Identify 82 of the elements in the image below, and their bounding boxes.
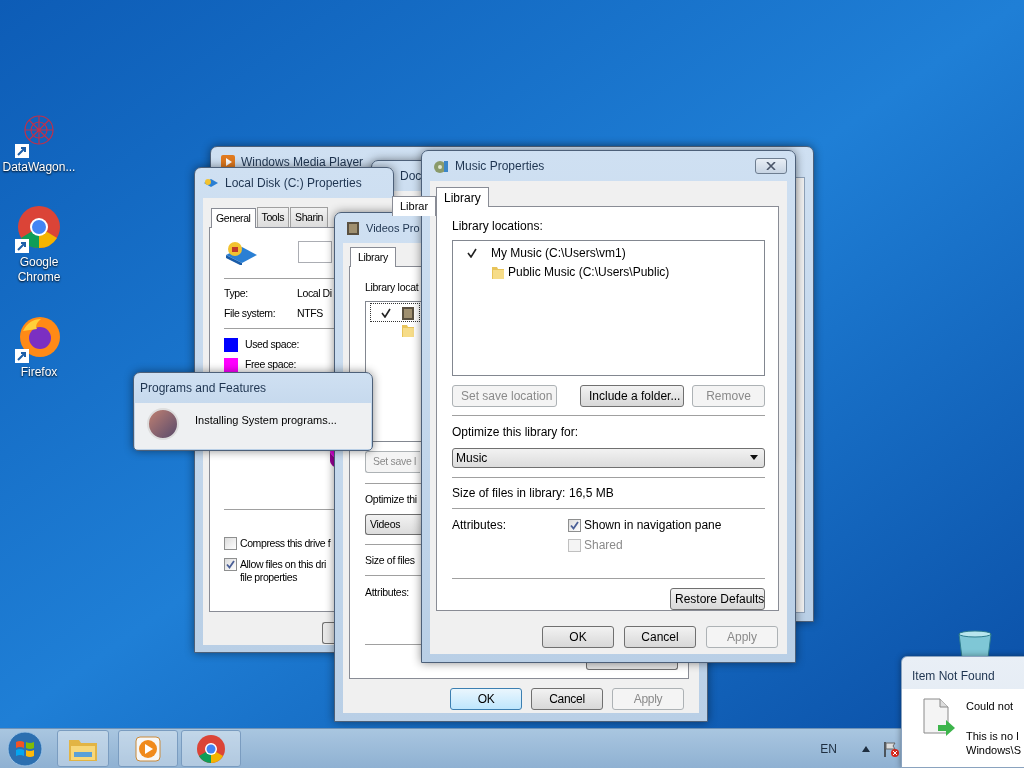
play-icon	[135, 735, 161, 762]
legend-label: Free space:	[245, 357, 297, 373]
field-label: Type:	[224, 286, 249, 302]
window-title: Music Properties	[455, 158, 545, 175]
window-title: Windows Media Player	[241, 154, 364, 171]
field-label: Attributes:	[365, 585, 409, 599]
location-name: Public Music (C:\Users\Public)	[508, 263, 670, 281]
dialog-button[interactable]: OK	[450, 688, 522, 710]
windows-logo-icon	[7, 730, 43, 767]
section-label: Library locat	[365, 280, 419, 294]
checkbox-label: Shared	[584, 537, 623, 555]
progress-message: Installing System programs...	[195, 412, 337, 428]
film-icon	[346, 220, 360, 236]
section-label: Optimize thi	[365, 492, 417, 506]
optimize-dropdown[interactable]: Videos	[365, 514, 421, 535]
flag-icon	[883, 740, 899, 757]
field-label: Attributes:	[452, 517, 508, 535]
check-icon	[467, 247, 477, 258]
desktop-icon-label[interactable]: Google Chrome	[3, 255, 75, 285]
desktop-icon-label[interactable]: Firefox	[20, 365, 58, 380]
location-list[interactable]: My Music (C:\Users\vm1) Public Music (C:\Users\Public)	[452, 240, 765, 376]
taskbar-button[interactable]	[181, 730, 241, 767]
window-title: Programs and Features	[140, 380, 267, 397]
option-label: file properties	[240, 571, 299, 584]
tab[interactable]: General	[211, 208, 256, 228]
location-name: My Music (C:\Users\vm1)	[491, 244, 626, 262]
field-label: Size of files	[365, 553, 415, 567]
notification-text: This is no l	[966, 729, 1020, 743]
dialog-button[interactable]: Cancel	[531, 688, 603, 710]
list-row[interactable]: Public Music (C:\Users\Public)	[453, 262, 764, 281]
option-label: Compress this drive f	[240, 537, 331, 550]
location-button[interactable]: Include a folder...	[580, 384, 684, 407]
field-value: NTFS	[297, 306, 323, 322]
notification-heading: Could not	[966, 699, 1015, 713]
window-title: Videos Pro	[366, 220, 420, 236]
dropdown-arrow-icon	[750, 455, 758, 461]
dialog-button[interactable]: OK	[542, 626, 614, 648]
section-label: Library locations:	[452, 218, 544, 234]
taskbar-button[interactable]	[118, 730, 178, 767]
chrome-icon	[196, 733, 226, 764]
desktop-icon-label[interactable]: DataWagon...	[2, 160, 76, 175]
optimize-dropdown[interactable]: Music	[452, 447, 765, 469]
chrome-icon	[15, 205, 63, 253]
checkbox[interactable]	[568, 518, 581, 532]
tab[interactable]: Librar	[392, 196, 437, 216]
check-icon	[381, 307, 391, 318]
list-row[interactable]	[371, 304, 419, 321]
list-row[interactable]: My Music (C:\Users\vm1)	[453, 243, 764, 262]
option-label: Allow files on this dri	[240, 558, 326, 571]
round-picture	[147, 408, 179, 440]
file-move-icon	[920, 697, 956, 739]
window-title: Doc	[400, 168, 422, 185]
drive-icon	[224, 239, 258, 265]
firefox-icon	[15, 315, 63, 363]
notification-text: Windows\S	[966, 743, 1022, 757]
field-label: File system:	[224, 306, 277, 322]
name-field[interactable]	[298, 241, 332, 263]
recycle-bin-icon	[955, 630, 995, 658]
field-label: Size of files in library:	[452, 485, 567, 503]
field-value: Local Di	[297, 286, 332, 302]
notification-title: Item Not Found	[911, 668, 996, 685]
drive-icon	[203, 176, 219, 190]
checkbox[interactable]	[224, 537, 237, 550]
up-arrow-icon	[862, 745, 870, 752]
disc-icon	[433, 158, 449, 174]
checkbox[interactable]	[224, 558, 237, 571]
restore-defaults-button[interactable]: Restore Defaults	[670, 588, 765, 610]
checkbox-label: Shown in navigation pane	[584, 517, 722, 535]
field-value: 16,5 MB	[569, 485, 614, 503]
taskbar-button[interactable]	[57, 730, 109, 767]
window-title: Local Disk (C:) Properties	[225, 175, 362, 192]
section-label: Optimize this library for:	[452, 423, 580, 440]
tab[interactable]: Sharin	[290, 207, 329, 227]
tab[interactable]: Tools	[256, 207, 290, 227]
film-icon	[401, 304, 415, 321]
dialog-button[interactable]: Cancel	[624, 626, 696, 648]
language-indicator[interactable]: EN	[820, 739, 837, 758]
tab[interactable]: Library	[436, 187, 489, 207]
close-button[interactable]	[755, 158, 787, 174]
legend-label: Used space:	[245, 337, 299, 353]
tab[interactable]: Library	[350, 247, 396, 267]
close-icon	[766, 162, 776, 170]
